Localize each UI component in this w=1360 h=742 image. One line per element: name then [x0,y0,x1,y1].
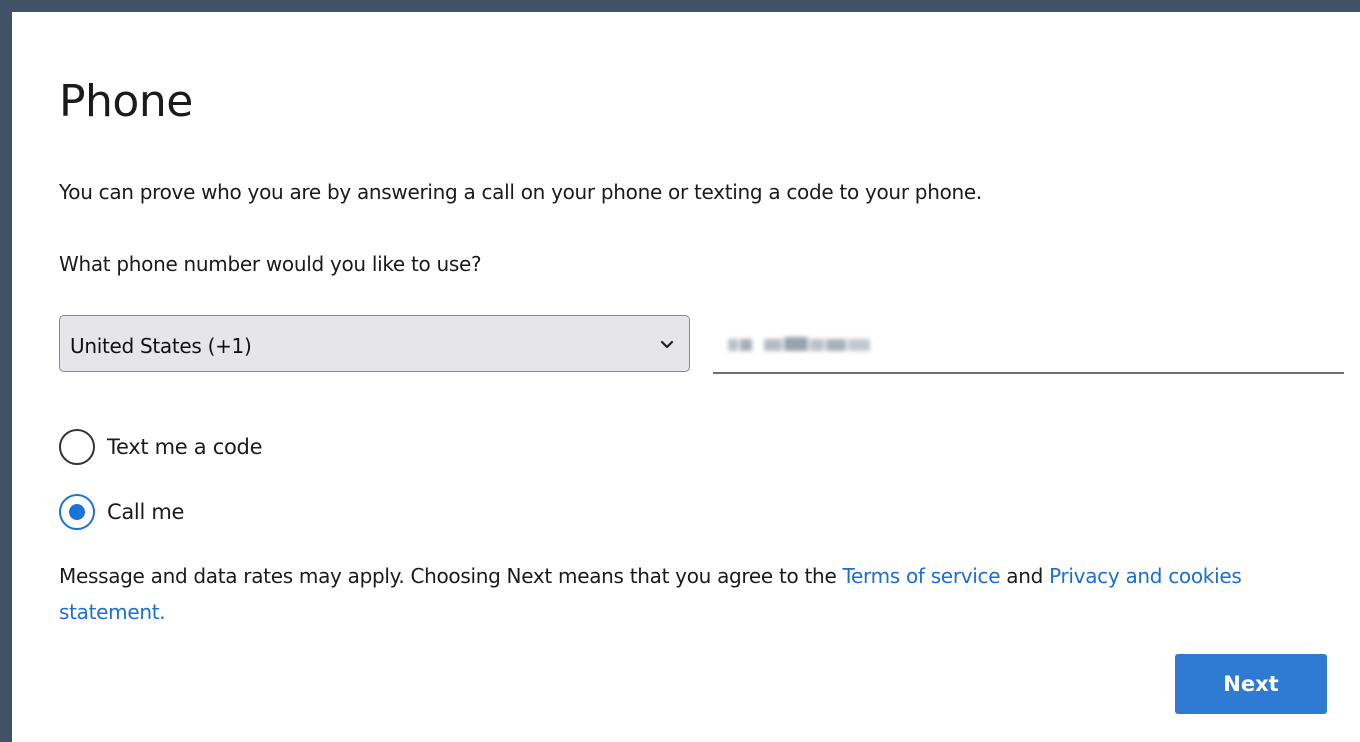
call-me-label: Call me [107,500,185,524]
text-me-label: Text me a code [107,435,263,459]
chevron-down-icon [660,340,674,349]
method-call-option[interactable]: Call me [59,494,184,530]
terms-of-service-link[interactable]: Terms of service [843,564,1001,588]
intro-text: You can prove who you are by answering a… [59,180,982,204]
redacted-phone-number [728,337,870,351]
legal-and-text: and [1000,564,1050,588]
text-me-radio[interactable] [59,429,95,465]
country-code-select[interactable]: United States (+1) [59,315,690,372]
legal-notice: Message and data rates may apply. Choosi… [59,558,1339,630]
method-text-option[interactable]: Text me a code [59,429,262,465]
phone-dialog: Phone You can prove who you are by answe… [12,12,1360,742]
phone-question: What phone number would you like to use? [59,252,482,276]
legal-text: Message and data rates may apply. Choosi… [59,564,843,588]
call-me-radio[interactable] [59,494,95,530]
page-title: Phone [59,76,193,127]
next-button[interactable]: Next [1175,654,1327,714]
country-code-value: United States (+1) [70,334,252,358]
